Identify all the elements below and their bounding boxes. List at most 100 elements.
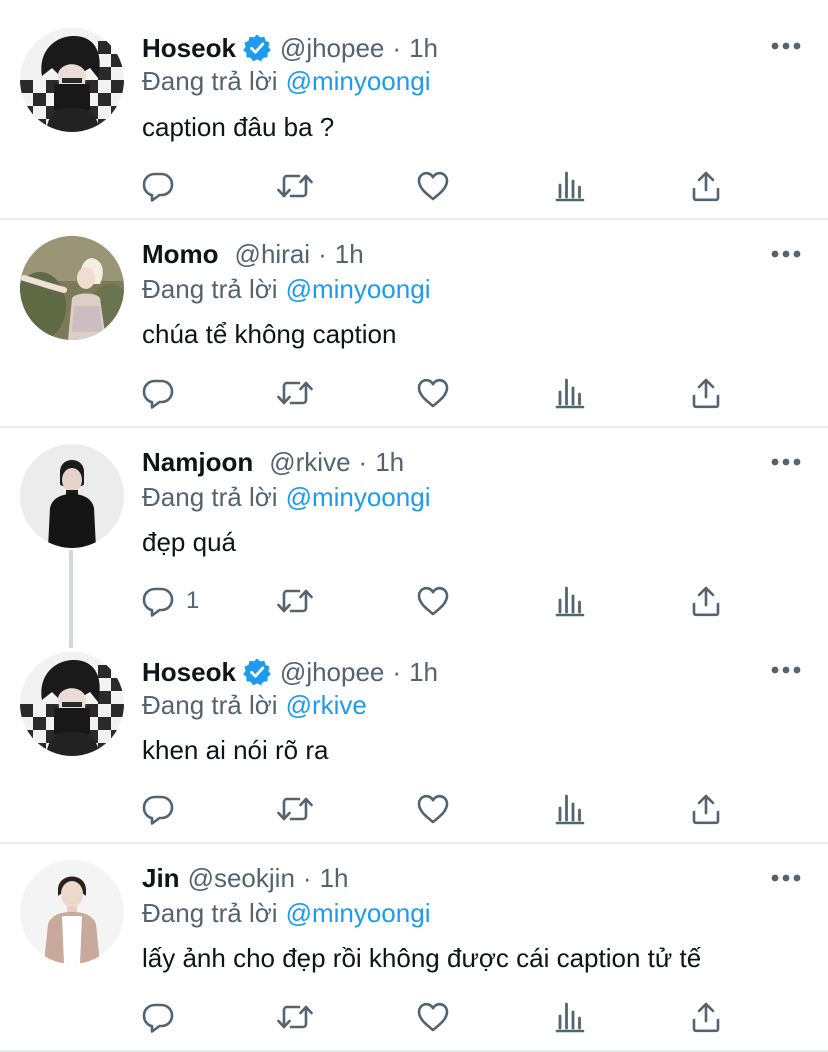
tweet[interactable]: Momo @hirai · 1h Đang trả lời @minyoongi … (0, 220, 828, 426)
analytics-button[interactable] (552, 791, 588, 827)
retweet-icon (275, 791, 315, 827)
reply-button[interactable] (140, 375, 186, 411)
author-name[interactable]: Jin (142, 861, 180, 895)
analytics-icon (552, 791, 588, 827)
retweet-icon (275, 999, 315, 1035)
reply-count: 1 (186, 587, 200, 614)
retweet-button[interactable] (275, 791, 315, 827)
share-icon (688, 583, 724, 619)
heart-icon (415, 791, 451, 827)
author-name[interactable]: Momo (142, 237, 219, 271)
reply-icon (140, 375, 176, 411)
share-button[interactable] (688, 791, 724, 827)
retweet-button[interactable] (275, 375, 315, 411)
tweet[interactable]: Jin @seokjin · 1h Đang trả lời @minyoongi… (0, 844, 828, 1050)
share-button[interactable] (688, 583, 724, 619)
share-button[interactable] (688, 375, 724, 411)
retweet-button[interactable] (275, 999, 315, 1035)
avatar-hoseok[interactable] (20, 28, 124, 132)
more-icon[interactable] (770, 248, 802, 260)
tweet-text: đẹp quá (142, 527, 236, 557)
share-button[interactable] (688, 168, 724, 204)
reply-icon (140, 791, 176, 827)
tweet-text: caption đâu ba ? (142, 112, 335, 142)
author-handle[interactable]: @hirai (235, 237, 311, 271)
replying-to-label: Đang trả lời (142, 482, 278, 512)
avatar-hoseok[interactable] (20, 652, 124, 756)
replying-to-label: Đang trả lời (142, 66, 278, 96)
heart-icon (415, 999, 451, 1035)
tweet-text: lấy ảnh cho đẹp rồi không được cái capti… (142, 943, 702, 973)
separator-dot: · (358, 447, 368, 477)
retweet-button[interactable] (275, 168, 315, 204)
mention-link[interactable]: @minyoongi (286, 898, 431, 928)
author-name[interactable]: Hoseok (142, 31, 236, 65)
more-icon[interactable] (770, 664, 802, 676)
replying-to: Đang trả lời @minyoongi (142, 64, 430, 98)
timestamp[interactable]: 1h (375, 445, 404, 479)
separator-dot: · (302, 863, 312, 893)
tweet[interactable]: Namjoon @rkive · 1h Đang trả lời @minyoon… (0, 428, 828, 648)
author-handle[interactable]: @jhopee (280, 31, 384, 65)
action-bar (140, 375, 740, 411)
like-button[interactable] (415, 999, 451, 1035)
like-button[interactable] (415, 791, 451, 827)
reply-icon (140, 168, 176, 204)
retweet-icon (275, 583, 315, 619)
separator-dot: · (318, 239, 327, 269)
share-button[interactable] (688, 999, 724, 1035)
analytics-icon (552, 583, 588, 619)
separator-dot: · (392, 657, 402, 687)
timestamp[interactable]: 1h (320, 861, 349, 895)
retweet-icon (275, 168, 315, 204)
heart-icon (415, 375, 451, 411)
like-button[interactable] (415, 168, 451, 204)
reply-icon (140, 999, 176, 1035)
retweet-button[interactable] (275, 583, 315, 619)
replying-to: Đang trả lời @minyoongi (142, 896, 430, 930)
like-button[interactable] (415, 583, 451, 619)
reply-button[interactable]: 1 (140, 583, 199, 619)
author-handle[interactable]: @seokjin (188, 861, 295, 895)
author-handle[interactable]: @jhopee (280, 655, 384, 689)
reply-button[interactable] (140, 168, 186, 204)
timestamp[interactable]: 1h (409, 655, 438, 689)
avatar-namjoon[interactable] (20, 444, 124, 548)
author-handle[interactable]: @rkive (269, 445, 350, 479)
reply-button[interactable] (140, 791, 186, 827)
analytics-button[interactable] (552, 168, 588, 204)
replying-to-label: Đang trả lời (142, 690, 278, 720)
timestamp[interactable]: 1h (335, 237, 364, 271)
more-icon[interactable] (770, 872, 802, 884)
analytics-button[interactable] (552, 583, 588, 619)
tweet[interactable]: Hoseok @jhopee · 1h Đang trả lời @rkive k… (0, 640, 828, 840)
tweet-text: khen ai nói rõ ra (142, 735, 329, 765)
analytics-icon (552, 999, 588, 1035)
author-name[interactable]: Namjoon (142, 445, 253, 479)
thread-connector (69, 550, 73, 648)
timestamp[interactable]: 1h (409, 31, 438, 65)
avatar-momo[interactable] (20, 236, 124, 340)
analytics-button[interactable] (552, 999, 588, 1035)
analytics-button[interactable] (552, 375, 588, 411)
action-bar (140, 168, 740, 204)
replying-to-label: Đang trả lời (142, 274, 278, 304)
like-button[interactable] (415, 375, 451, 411)
mention-link[interactable]: @minyoongi (286, 274, 431, 304)
tweet[interactable]: Hoseok @jhopee · 1h Đang trả lời @minyoon… (0, 0, 828, 218)
share-icon (688, 375, 724, 411)
avatar-jin[interactable] (20, 860, 124, 964)
action-bar (140, 791, 740, 827)
reply-button[interactable] (140, 999, 186, 1035)
share-icon (688, 168, 724, 204)
tweet-text: chúa tể không caption (142, 319, 397, 349)
author-name[interactable]: Hoseok (142, 655, 236, 689)
more-icon[interactable] (770, 40, 802, 52)
replying-to: Đang trả lời @minyoongi (142, 272, 430, 306)
more-icon[interactable] (770, 456, 802, 468)
reply-icon (140, 583, 176, 619)
mention-link[interactable]: @minyoongi (286, 66, 431, 96)
mention-link[interactable]: @minyoongi (286, 482, 431, 512)
mention-link[interactable]: @rkive (286, 690, 367, 720)
action-bar (140, 999, 740, 1035)
